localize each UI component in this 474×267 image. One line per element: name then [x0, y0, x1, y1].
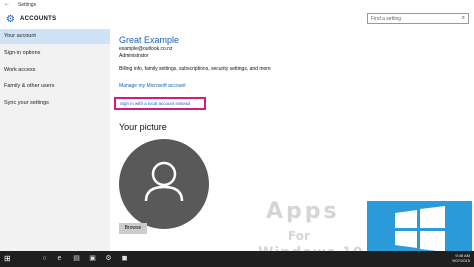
window-title: Settings	[18, 2, 37, 8]
manage-account-link[interactable]: Manage my Microsoft account	[119, 83, 186, 89]
start-icon[interactable]: ⊞	[4, 254, 14, 264]
clock[interactable]: 9:48 AM 9/07/2015	[438, 253, 470, 263]
sidebar-item-sign-in-options[interactable]: Sign-in options	[0, 46, 110, 61]
windows-logo-icon	[395, 206, 445, 252]
taskbar: ⊞ ○ e ▤ ▣ ⚙ ◼ 9:48 AM 9/07/2015	[0, 251, 474, 267]
watermark-for-text: For	[288, 229, 310, 243]
title-bar: ← Settings	[0, 0, 474, 10]
account-role: Administrator	[119, 53, 149, 59]
settings-taskbar-icon[interactable]: ⚙	[104, 254, 113, 263]
search-icon[interactable]: ⌕	[462, 15, 465, 22]
gear-icon: ⚙	[6, 14, 15, 25]
back-arrow-icon[interactable]: ←	[4, 1, 10, 7]
search-placeholder: Find a setting	[371, 16, 402, 22]
sidebar-item-label: Sync your settings	[4, 100, 49, 106]
user-silhouette-icon	[144, 161, 184, 202]
picture-heading: Your picture	[119, 122, 167, 132]
avatar	[119, 139, 209, 229]
edge-icon[interactable]: e	[55, 254, 64, 263]
sidebar-item-label: Sign-in options	[4, 50, 41, 56]
watermark: Apps For Windows 10	[252, 197, 474, 261]
sidebar-item-label: Family & other users	[4, 83, 55, 89]
account-email: example@outlook.co.nz	[119, 46, 173, 52]
browse-button[interactable]: Browse	[119, 223, 147, 234]
watermark-apps-text: Apps	[266, 199, 340, 224]
sidebar-item-work-access[interactable]: Work access	[0, 63, 110, 78]
search-input[interactable]: Find a setting ⌕	[367, 13, 469, 24]
sidebar: Your account Sign-in options Work access…	[0, 29, 110, 251]
clock-date: 9/07/2015	[452, 258, 470, 263]
local-account-highlight: Sign in with a local account instead	[114, 97, 206, 110]
local-account-link[interactable]: Sign in with a local account instead	[120, 101, 190, 106]
store-icon[interactable]: ▣	[88, 254, 97, 263]
search-taskbar-icon[interactable]: ○	[40, 254, 49, 263]
sidebar-item-family-other-users[interactable]: Family & other users	[0, 79, 110, 94]
sidebar-item-label: Your account	[4, 33, 36, 39]
app-taskbar-icon[interactable]: ◼	[120, 254, 129, 263]
windows-logo-tile	[367, 201, 472, 257]
section-title: ACCOUNTS	[20, 16, 57, 22]
account-name: Great Example	[119, 35, 180, 45]
sidebar-item-your-account[interactable]: Your account	[0, 29, 110, 44]
sidebar-item-label: Work access	[4, 67, 36, 73]
file-explorer-icon[interactable]: ▤	[72, 254, 81, 263]
billing-info-text: Billing info, family settings, subscript…	[119, 66, 271, 72]
sidebar-item-sync-settings[interactable]: Sync your settings	[0, 96, 110, 111]
